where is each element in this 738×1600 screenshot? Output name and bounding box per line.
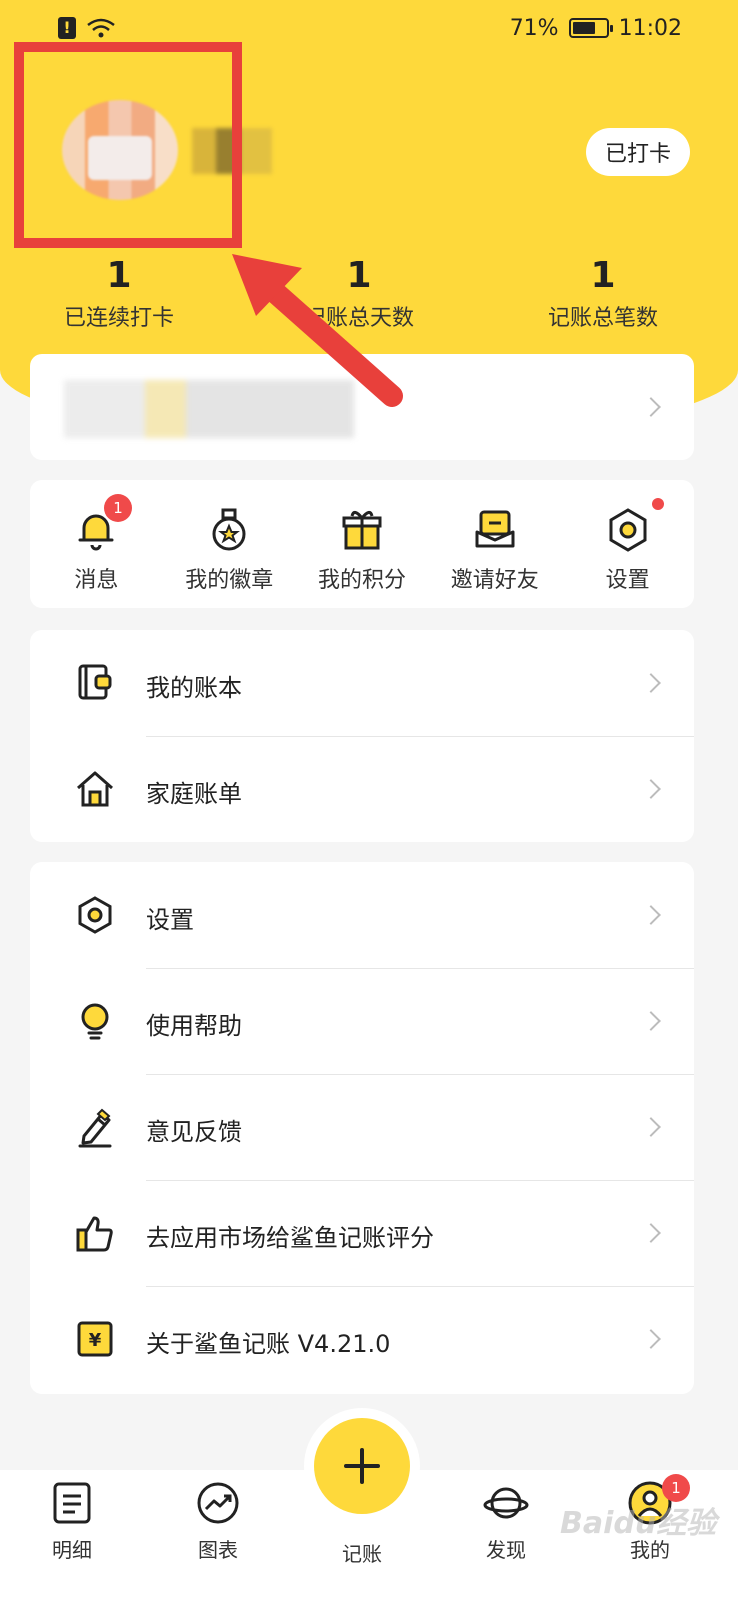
stat-value: 1: [106, 255, 132, 296]
checkin-button[interactable]: 已打卡: [586, 128, 690, 176]
row-about[interactable]: ¥ 关于鲨鱼记账 V4.21.0: [30, 1286, 694, 1392]
stat-value: 1: [346, 255, 372, 296]
row-label: 我的账本: [146, 674, 242, 702]
stat-streak: 1 已连续打卡: [44, 254, 194, 332]
planet-icon: [483, 1487, 529, 1519]
shortcut-label: 我的积分: [317, 568, 406, 593]
hex-nut-icon: [78, 896, 112, 934]
list-doc-icon: [53, 1482, 91, 1524]
row-label: 设置: [146, 906, 194, 934]
gift-icon: [342, 511, 382, 550]
tab-details[interactable]: 明细: [22, 1480, 122, 1563]
stat-total-days: 1 记账总天数: [284, 254, 434, 332]
row-feedback[interactable]: 意见反馈: [30, 1074, 694, 1180]
chevron-right-icon: [641, 1329, 661, 1349]
plus-icon: [344, 1448, 380, 1484]
promo-card[interactable]: [30, 354, 694, 460]
shortcut-label: 邀请好友: [450, 568, 539, 593]
row-rate-app[interactable]: 去应用市场给鲨鱼记账评分: [30, 1180, 694, 1286]
shortcut-messages[interactable]: 消息 1: [30, 480, 163, 608]
shortcut-label: 我的徽章: [185, 568, 274, 593]
tab-label: 发现: [486, 1538, 526, 1562]
battery-percent: 71%: [509, 15, 559, 41]
chevron-right-icon: [641, 673, 661, 693]
row-settings[interactable]: 设置: [30, 862, 694, 968]
thumbs-up-icon: [76, 1216, 113, 1252]
chevron-right-icon: [641, 1117, 661, 1137]
shortcut-badges[interactable]: 我的徽章: [163, 480, 296, 608]
notification-badge: 1: [104, 494, 132, 522]
chevron-right-icon: [641, 779, 661, 799]
stat-value: 1: [590, 255, 616, 296]
alert-icon: !: [58, 17, 76, 39]
highlight-box: [14, 42, 242, 248]
shortcut-invite[interactable]: 邀请好友: [428, 480, 561, 608]
shortcut-label: 消息: [74, 568, 119, 593]
add-record-button[interactable]: [314, 1418, 410, 1514]
blurred-promo-content: [64, 380, 354, 438]
row-label: 关于鲨鱼记账 V4.21.0: [146, 1330, 391, 1358]
row-label: 家庭账单: [146, 780, 242, 808]
books-card: 我的账本 家庭账单: [30, 630, 694, 842]
row-label: 使用帮助: [146, 1012, 242, 1040]
shortcut-settings[interactable]: 设置: [561, 480, 694, 608]
lightbulb-icon: [81, 1003, 109, 1040]
yen-card-icon: ¥: [77, 1321, 113, 1357]
row-label: 去应用市场给鲨鱼记账评分: [146, 1224, 434, 1252]
stat-total-entries: 1 记账总笔数: [528, 254, 678, 332]
medal-icon: [212, 508, 246, 551]
settings-card: 设置 使用帮助 意见反馈 去应用市场给鲨鱼记账评分 ¥ 关于鲨鱼记账 V4.21…: [30, 862, 694, 1394]
wallet-book-icon: [78, 664, 112, 700]
unread-dot: [651, 498, 664, 510]
wifi-icon: [87, 18, 115, 38]
clock: 11:02: [618, 15, 682, 41]
trend-chart-icon: [197, 1482, 239, 1524]
tab-record[interactable]: 记账: [312, 1530, 412, 1567]
tab-label: 图表: [198, 1538, 238, 1562]
house-icon: [77, 771, 113, 807]
chevron-right-icon: [641, 1223, 661, 1243]
tab-label: 记账: [342, 1542, 382, 1566]
shortcut-card: 消息 1 我的徽章 我的积分 邀请好友 设置: [30, 480, 694, 608]
shortcut-points[interactable]: 我的积分: [296, 480, 429, 608]
chevron-right-icon: [641, 905, 661, 925]
stat-label: 记账总天数: [303, 306, 414, 331]
svg-text:¥: ¥: [89, 1330, 102, 1351]
stat-label: 已连续打卡: [63, 306, 174, 331]
shortcut-label: 设置: [605, 568, 650, 593]
chevron-right-icon: [641, 1011, 661, 1031]
pencil-icon: [78, 1108, 112, 1148]
stat-label: 记账总笔数: [547, 306, 658, 331]
row-help[interactable]: 使用帮助: [30, 968, 694, 1074]
envelope-icon: [475, 510, 515, 548]
tab-label: 明细: [52, 1538, 92, 1562]
row-my-books[interactable]: 我的账本: [30, 630, 694, 736]
row-label: 意见反馈: [146, 1118, 242, 1146]
tab-charts[interactable]: 图表: [168, 1480, 268, 1563]
watermark: Baidu经验: [560, 1506, 717, 1541]
chevron-right-icon: [641, 397, 661, 417]
battery-icon: [568, 18, 613, 38]
tab-discover[interactable]: 发现: [456, 1480, 556, 1563]
hex-nut-icon: [609, 508, 647, 552]
row-family-bills[interactable]: 家庭账单: [30, 736, 694, 842]
